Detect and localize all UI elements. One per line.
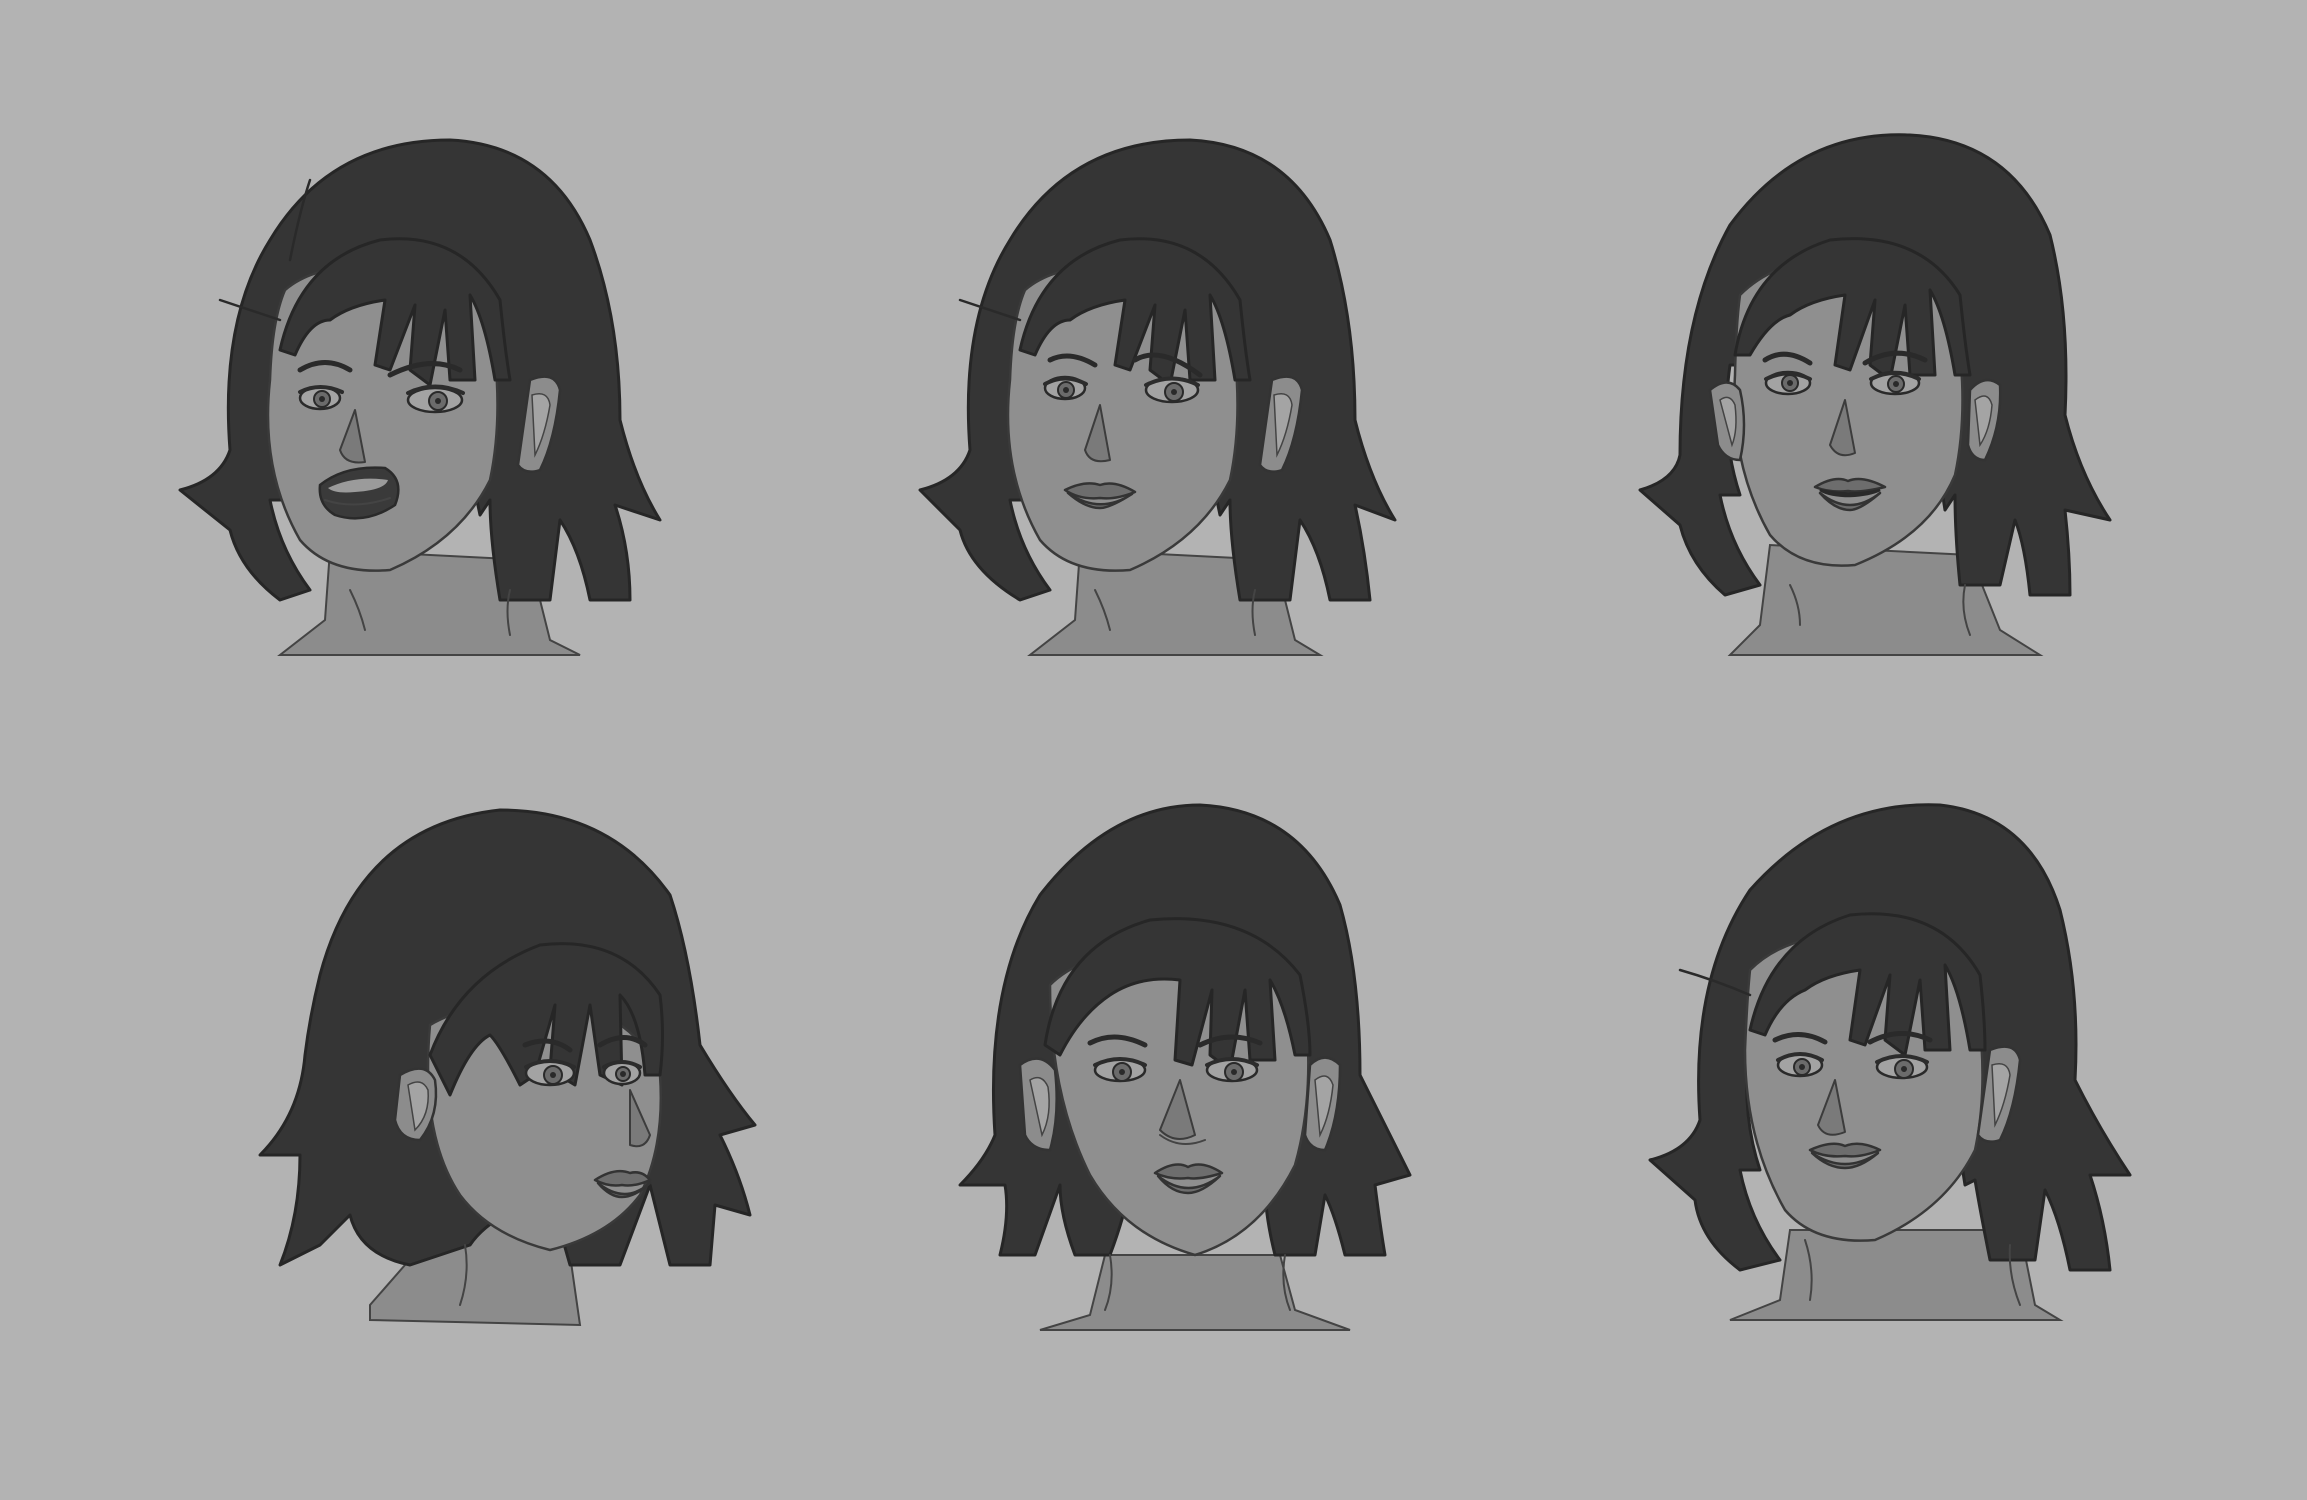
face-3-sad	[1638, 115, 2160, 675]
face-5-neutral-front	[940, 795, 1460, 1355]
face-6-slight-smile	[1640, 790, 2160, 1350]
face-2-worried	[900, 120, 1420, 680]
expression-sheet-canvas	[0, 0, 2307, 1500]
face-4-neutral-right	[250, 795, 770, 1355]
face-1-shouting	[160, 120, 680, 680]
